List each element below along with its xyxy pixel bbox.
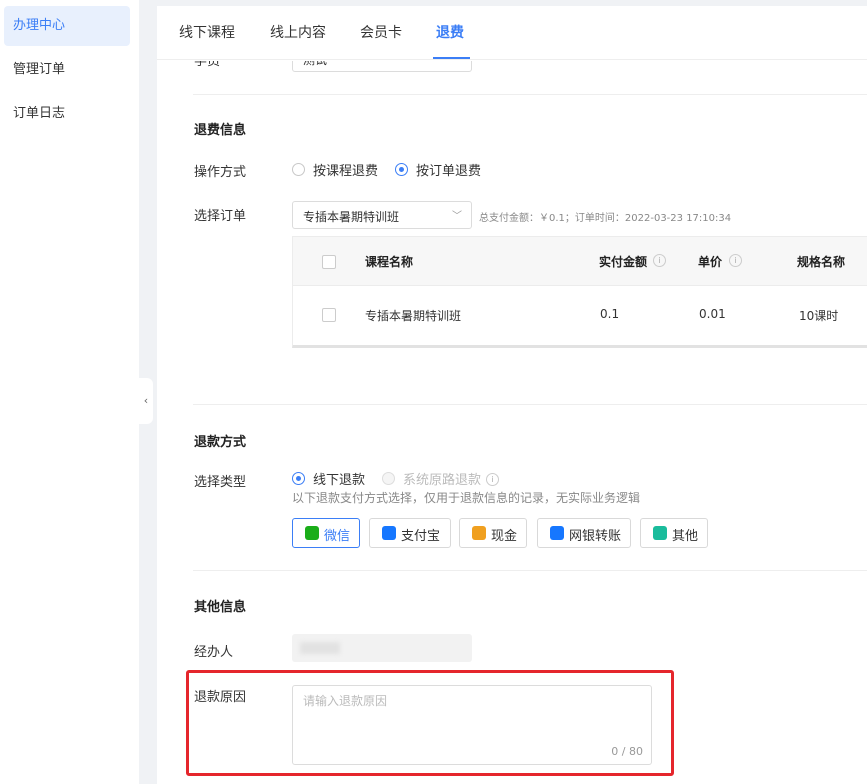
chevron-left-icon: ‹ [143, 394, 149, 407]
column-spec-name: 规格名称 [797, 255, 846, 269]
main-panel: 线下课程 线上内容 会员卡 退费 学员 测试 退费信息 操作方式 按课程退费 按… [157, 6, 867, 784]
sidebar-collapse-handle[interactable]: ‹ [139, 378, 153, 424]
pay-method-label: 网银转账 [569, 529, 622, 544]
refund-info-title: 退费信息 [194, 123, 247, 138]
pay-method-bank-transfer-button[interactable]: 网银转账 [537, 518, 631, 548]
other-info-title: 其他信息 [194, 600, 247, 615]
cell-unit-price: 0.01 [699, 307, 726, 321]
cell-course-name: 专插本暑期特训班 [365, 309, 462, 323]
radio-by-course[interactable] [292, 163, 305, 176]
order-table: 课程名称 实付金额 i 单价 i 规格名称 专插本暑期特训班 0.1 0.01 … [292, 236, 867, 348]
pay-method-cash-button[interactable]: 现金 [459, 518, 527, 548]
cell-spec-name: 10课时 [799, 309, 839, 323]
info-icon[interactable]: i [729, 254, 742, 267]
pay-method-label: 微信 [324, 529, 351, 544]
radio-offline-refund-label[interactable]: 线下退款 [313, 469, 365, 488]
handler-value-redacted [300, 642, 340, 654]
tab-refund[interactable]: 退费 [436, 6, 464, 60]
grid-icon [653, 526, 667, 540]
section-divider [193, 570, 867, 571]
pay-method-label: 支付宝 [401, 529, 441, 544]
section-divider [193, 404, 867, 405]
sidebar-item-manage-orders[interactable]: 管理订单 [4, 50, 130, 90]
radio-by-order[interactable] [395, 163, 408, 176]
sidebar-item-order-log[interactable]: 订单日志 [4, 94, 130, 134]
handler-label: 经办人 [194, 645, 234, 660]
radio-offline-refund[interactable] [292, 472, 305, 485]
refund-method-title: 退款方式 [194, 435, 247, 450]
pay-method-other-button[interactable]: 其他 [640, 518, 708, 548]
chevron-down-icon: ﹀ [452, 211, 462, 222]
info-icon[interactable]: i [653, 254, 666, 267]
tab-membership-card[interactable]: 会员卡 [360, 6, 402, 60]
section-divider [193, 94, 867, 95]
pay-method-alipay-button[interactable]: 支付宝 [369, 518, 451, 548]
cash-icon [472, 526, 486, 540]
tab-offline-courses[interactable]: 线下课程 [179, 6, 235, 60]
radio-original-route-refund-label: 系统原路退款 [403, 473, 482, 488]
select-type-label: 选择类型 [194, 475, 247, 490]
char-counter: 0 / 80 [611, 745, 643, 758]
select-all-checkbox[interactable] [322, 255, 336, 269]
alipay-icon [382, 526, 396, 540]
handler-field [292, 634, 472, 662]
refund-reason-label: 退款原因 [194, 690, 247, 705]
tab-bar: 线下课程 线上内容 会员卡 退费 [157, 6, 867, 60]
row-checkbox[interactable] [322, 308, 336, 322]
order-select-value: 专插本暑期特训班 [303, 210, 400, 224]
pay-method-wechat-button[interactable]: 微信 [292, 518, 360, 548]
sidebar: 办理中心 管理订单 订单日志 [0, 0, 139, 784]
wechat-icon [305, 526, 319, 540]
radio-by-course-label[interactable]: 按课程退费 [313, 160, 378, 179]
sidebar-item-handling-center[interactable]: 办理中心 [4, 6, 130, 46]
pay-method-label: 其他 [672, 529, 699, 544]
order-select[interactable]: 专插本暑期特训班 ﹀ [292, 201, 472, 229]
refund-reason-placeholder: 请输入退款原因 [303, 694, 388, 708]
table-header: 课程名称 实付金额 i 单价 i 规格名称 [293, 237, 867, 286]
order-summary-hint: 总支付金额：￥0.1；订单时间：2022-03-23 17:10:34 [479, 213, 732, 224]
radio-original-route-refund [382, 472, 395, 485]
tab-active-indicator [433, 57, 470, 59]
operation-method-label: 操作方式 [194, 165, 247, 180]
tab-online-content[interactable]: 线上内容 [270, 6, 326, 60]
radio-by-order-label[interactable]: 按订单退费 [416, 160, 481, 179]
refund-method-note: 以下退款支付方式选择，仅用于退款信息的记录，无实际业务逻辑 [292, 491, 641, 505]
column-unit-price: 单价 [698, 255, 723, 269]
bank-card-icon [550, 526, 564, 540]
info-icon[interactable]: i [486, 473, 499, 486]
select-order-label: 选择订单 [194, 209, 247, 224]
refund-reason-textarea[interactable]: 请输入退款原因 0 / 80 [292, 685, 652, 765]
cell-paid-amount: 0.1 [600, 307, 620, 321]
pay-method-label: 现金 [491, 529, 518, 544]
column-paid-amount: 实付金额 [599, 255, 648, 269]
column-course-name: 课程名称 [365, 255, 414, 269]
